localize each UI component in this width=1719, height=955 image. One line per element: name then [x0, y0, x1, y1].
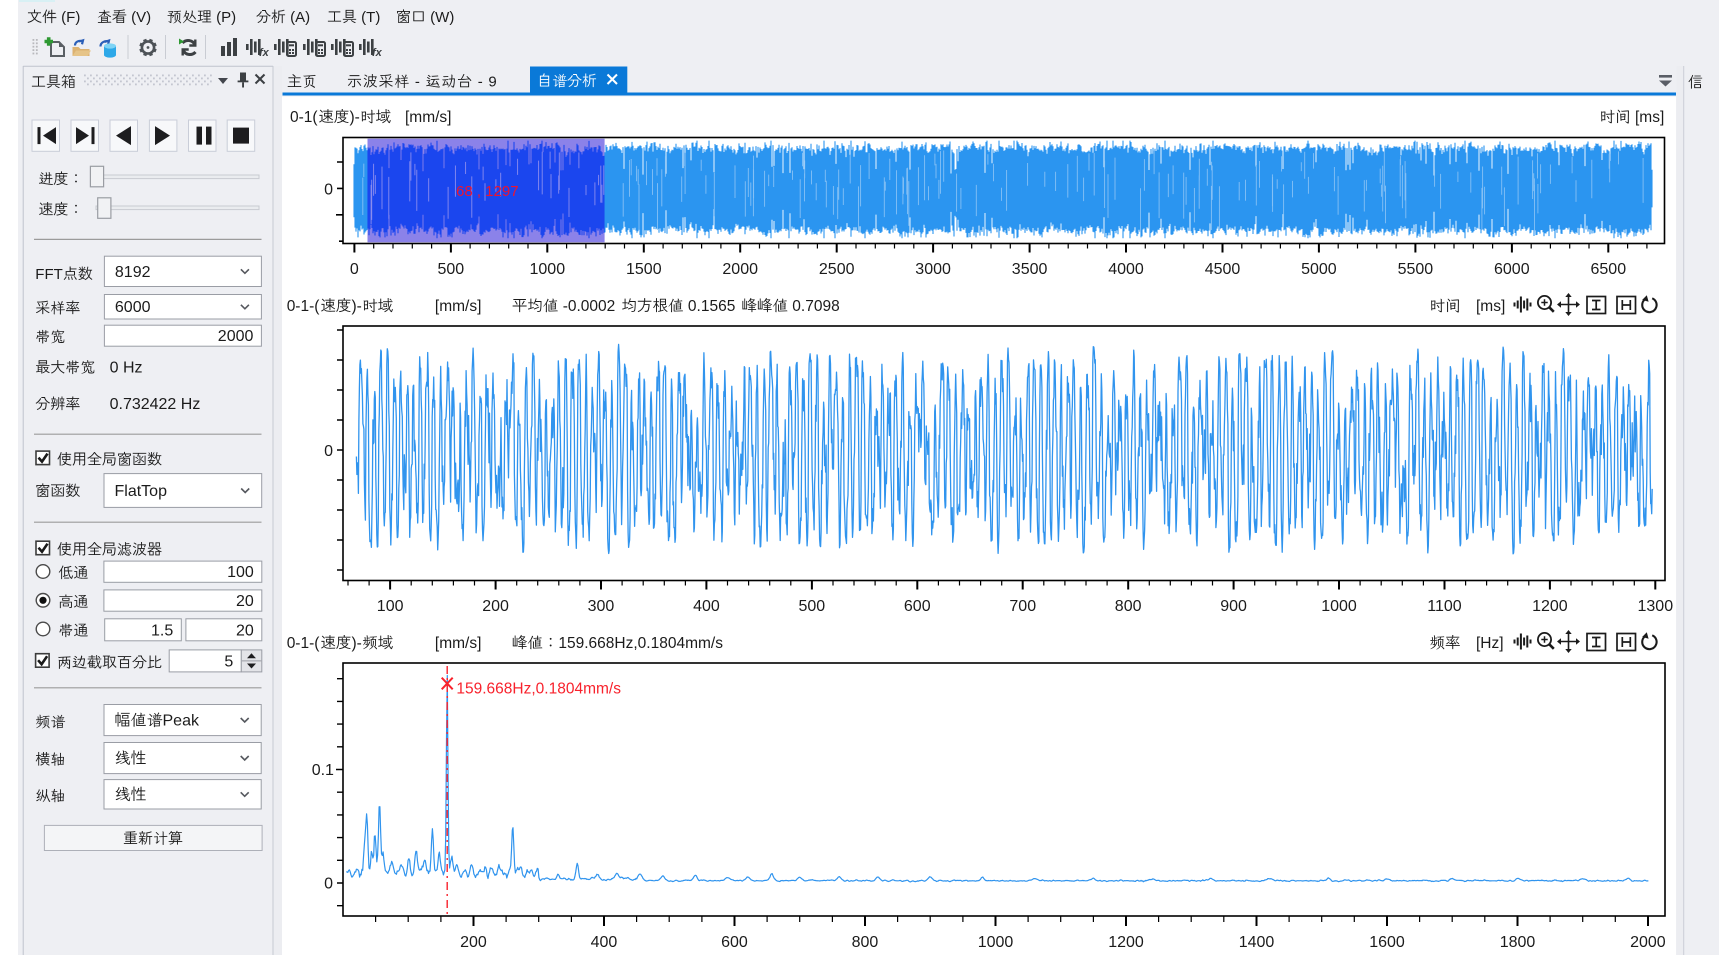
svg-text:-: -: [410, 74, 426, 91]
svg-text:)-: )-: [350, 109, 360, 126]
svg-text:900: 900: [1220, 598, 1247, 615]
svg-text:1200: 1200: [1108, 934, 1144, 951]
svg-text:)-: )-: [352, 635, 362, 652]
svg-text:[mm/s]: [mm/s]: [435, 298, 482, 315]
svg-text:200: 200: [482, 598, 509, 615]
svg-text:0.1: 0.1: [312, 762, 334, 779]
svg-text:0: 0: [324, 876, 333, 893]
svg-text:1100: 1100: [1427, 598, 1462, 615]
svg-text:fx: fx: [259, 47, 270, 59]
svg-text:[mm/s]: [mm/s]: [435, 635, 482, 652]
svg-text:0.732422 Hz: 0.732422 Hz: [110, 396, 201, 413]
svg-text:300: 300: [588, 598, 615, 615]
svg-text:4500: 4500: [1205, 261, 1241, 278]
svg-text:700: 700: [1009, 598, 1036, 615]
svg-text:Peak: Peak: [163, 713, 200, 730]
svg-text:0 Hz: 0 Hz: [110, 360, 143, 377]
svg-text:20: 20: [236, 622, 254, 639]
svg-text:20: 20: [236, 593, 254, 610]
svg-text:6000: 6000: [1494, 261, 1530, 278]
svg-text:600: 600: [721, 934, 748, 951]
svg-text:4000: 4000: [1108, 261, 1144, 278]
svg-text:600: 600: [904, 598, 931, 615]
svg-text:800: 800: [852, 934, 879, 951]
svg-text:5: 5: [224, 653, 233, 670]
svg-text:1000: 1000: [1321, 598, 1357, 615]
svg-text:400: 400: [693, 598, 720, 615]
svg-text:5500: 5500: [1398, 261, 1434, 278]
svg-text:8192: 8192: [115, 264, 151, 281]
svg-text:200: 200: [460, 934, 487, 951]
svg-text:fx: fx: [372, 47, 383, 59]
svg-text:(F): (F): [57, 9, 80, 26]
svg-text:(W): (W): [426, 9, 454, 26]
svg-text:FFT: FFT: [35, 266, 63, 283]
svg-text:[ms]: [ms]: [1635, 109, 1664, 126]
svg-text:1200: 1200: [1532, 598, 1568, 615]
svg-text:2500: 2500: [819, 261, 855, 278]
svg-text:0.7098: 0.7098: [788, 298, 840, 315]
svg-text:3000: 3000: [915, 261, 951, 278]
svg-text:0: 0: [324, 182, 333, 199]
svg-text:500: 500: [799, 598, 826, 615]
svg-text:1000: 1000: [978, 934, 1014, 951]
svg-text:0-1(: 0-1(: [290, 109, 318, 126]
svg-text:0-1-(: 0-1-(: [287, 635, 321, 652]
svg-text:800: 800: [1115, 598, 1142, 615]
svg-text:2000: 2000: [722, 261, 758, 278]
svg-text:0.1565: 0.1565: [684, 298, 740, 315]
svg-text:[ms]: [ms]: [1476, 298, 1505, 315]
svg-text:159.668Hz,0.1804mm/s: 159.668Hz,0.1804mm/s: [558, 635, 723, 652]
svg-text:(P): (P): [212, 9, 236, 26]
svg-text:FlatTop: FlatTop: [115, 483, 168, 500]
svg-text:1000: 1000: [530, 261, 566, 278]
svg-text:(V): (V): [127, 9, 151, 26]
svg-text:3500: 3500: [1012, 261, 1048, 278]
svg-text:1.5: 1.5: [151, 622, 173, 639]
svg-text:2000: 2000: [1630, 934, 1666, 951]
svg-text:1500: 1500: [626, 261, 662, 278]
svg-text:1400: 1400: [1239, 934, 1275, 951]
svg-text:0: 0: [350, 261, 359, 278]
svg-text:)-: )-: [352, 298, 362, 315]
svg-text:0: 0: [324, 443, 333, 460]
svg-text:[mm/s]: [mm/s]: [405, 109, 452, 126]
svg-text:5000: 5000: [1301, 261, 1337, 278]
svg-text:68 , 1297: 68 , 1297: [456, 183, 519, 200]
svg-text:(A): (A): [286, 9, 310, 26]
svg-text:100: 100: [377, 598, 404, 615]
svg-text:6500: 6500: [1591, 261, 1627, 278]
svg-text:400: 400: [591, 934, 618, 951]
svg-text:1800: 1800: [1500, 934, 1536, 951]
svg-text:1300: 1300: [1638, 598, 1674, 615]
svg-text:(T): (T): [357, 9, 380, 26]
svg-text:0-1-(: 0-1-(: [287, 298, 321, 315]
svg-text:6000: 6000: [115, 299, 151, 316]
svg-text:2000: 2000: [218, 328, 254, 345]
svg-text:100: 100: [227, 564, 254, 581]
svg-text:[Hz]: [Hz]: [1476, 635, 1504, 652]
svg-text:500: 500: [438, 261, 465, 278]
svg-text:- 9: - 9: [473, 74, 498, 91]
svg-text:1600: 1600: [1369, 934, 1405, 951]
svg-text:159.668Hz,0.1804mm/s: 159.668Hz,0.1804mm/s: [456, 681, 621, 698]
svg-text:-0.0002: -0.0002: [558, 298, 619, 315]
